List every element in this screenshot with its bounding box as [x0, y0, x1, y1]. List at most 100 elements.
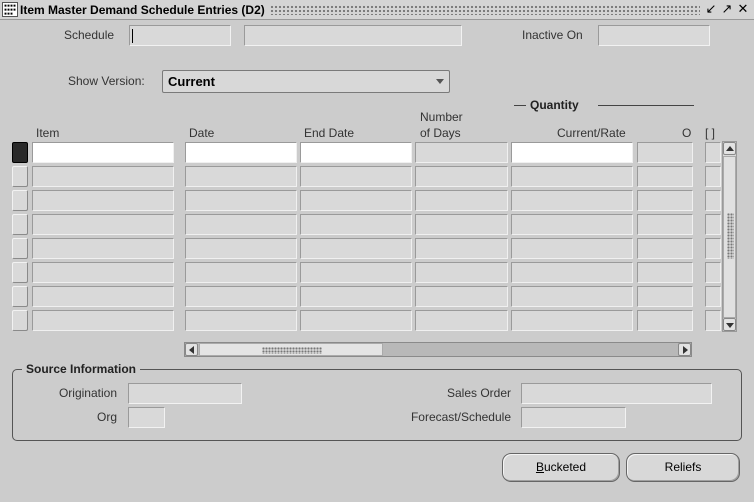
o-cell[interactable]	[637, 286, 693, 307]
o-cell[interactable]	[637, 238, 693, 259]
show-version-select[interactable]: Current	[162, 70, 450, 93]
current-rate-cell[interactable]	[511, 142, 633, 163]
column-header-o: O	[682, 126, 692, 140]
row-selector[interactable]	[12, 214, 28, 235]
close-icon[interactable]: ✕	[736, 2, 750, 17]
scroll-down-button[interactable]	[723, 318, 736, 331]
flag-cell[interactable]	[705, 310, 721, 331]
row-selector[interactable]	[12, 166, 28, 187]
horizontal-scrollbar[interactable]	[184, 342, 692, 357]
end-date-cell[interactable]	[300, 238, 412, 259]
source-information-group	[12, 369, 742, 441]
row-selector[interactable]	[12, 238, 28, 259]
date-cell[interactable]	[185, 214, 297, 235]
number-of-days-cell[interactable]	[415, 142, 508, 163]
org-field[interactable]	[128, 407, 165, 428]
current-rate-cell[interactable]	[511, 286, 633, 307]
row-selector[interactable]	[12, 142, 28, 163]
number-of-days-cell[interactable]	[415, 238, 508, 259]
org-label: Org	[96, 410, 117, 424]
show-version-label: Show Version:	[68, 74, 145, 88]
o-cell[interactable]	[637, 214, 693, 235]
scroll-up-button[interactable]	[723, 142, 736, 155]
arrow-down-icon	[726, 323, 734, 328]
item-cell[interactable]	[32, 310, 174, 331]
o-cell[interactable]	[637, 166, 693, 187]
current-rate-cell[interactable]	[511, 262, 633, 283]
row-selector[interactable]	[12, 190, 28, 211]
number-of-days-cell[interactable]	[415, 286, 508, 307]
end-date-cell[interactable]	[300, 190, 412, 211]
date-cell[interactable]	[185, 190, 297, 211]
current-rate-cell[interactable]	[511, 190, 633, 211]
horizontal-scroll-thumb[interactable]	[199, 343, 383, 356]
flag-cell[interactable]	[705, 286, 721, 307]
end-date-cell[interactable]	[300, 142, 412, 163]
flag-cell[interactable]	[705, 166, 721, 187]
quantity-title: Quantity	[528, 98, 581, 112]
number-of-days-cell[interactable]	[415, 214, 508, 235]
item-cell[interactable]	[32, 286, 174, 307]
end-date-cell[interactable]	[300, 166, 412, 187]
date-cell[interactable]	[185, 166, 297, 187]
date-cell[interactable]	[185, 142, 297, 163]
reliefs-label: Reliefs	[664, 460, 702, 474]
flag-cell[interactable]	[705, 142, 721, 163]
show-version-value: Current	[168, 74, 215, 89]
end-date-cell[interactable]	[300, 262, 412, 283]
schedule-description-field[interactable]	[244, 25, 462, 46]
current-rate-cell[interactable]	[511, 238, 633, 259]
item-cell[interactable]	[32, 142, 174, 163]
forecast-schedule-field[interactable]	[521, 407, 626, 428]
date-cell[interactable]	[185, 286, 297, 307]
item-cell[interactable]	[32, 238, 174, 259]
forecast-schedule-label: Forecast/Schedule	[410, 410, 511, 424]
item-cell[interactable]	[32, 190, 174, 211]
title-bar: ▪▪▪▪ ▪▪▪▪ ▪▪▪ Item Master Demand Schedule …	[0, 0, 754, 20]
sales-order-field[interactable]	[521, 383, 712, 404]
date-cell[interactable]	[185, 310, 297, 331]
maximize-icon[interactable]: ↗	[720, 2, 734, 17]
reliefs-button[interactable]: Reliefs	[626, 453, 740, 482]
column-header-date: Date	[189, 126, 215, 140]
row-selector[interactable]	[12, 310, 28, 331]
origination-field[interactable]	[128, 383, 242, 404]
schedule-field[interactable]	[129, 25, 231, 46]
title-bar-grip	[270, 5, 700, 15]
flag-cell[interactable]	[705, 214, 721, 235]
o-cell[interactable]	[637, 190, 693, 211]
number-of-days-cell[interactable]	[415, 262, 508, 283]
end-date-cell[interactable]	[300, 286, 412, 307]
o-cell[interactable]	[637, 142, 693, 163]
arrow-right-icon	[683, 346, 688, 354]
item-cell[interactable]	[32, 166, 174, 187]
o-cell[interactable]	[637, 262, 693, 283]
item-cell[interactable]	[32, 262, 174, 283]
current-rate-cell[interactable]	[511, 214, 633, 235]
end-date-cell[interactable]	[300, 214, 412, 235]
flag-cell[interactable]	[705, 190, 721, 211]
end-date-cell[interactable]	[300, 310, 412, 331]
bucketed-button[interactable]: Bucketed	[502, 453, 620, 482]
o-cell[interactable]	[637, 310, 693, 331]
vertical-scroll-thumb[interactable]	[723, 156, 736, 318]
number-of-days-cell[interactable]	[415, 190, 508, 211]
current-rate-cell[interactable]	[511, 310, 633, 331]
quantity-group-heading: Quantity	[514, 98, 694, 114]
scroll-right-button[interactable]	[678, 343, 691, 356]
inactive-on-field[interactable]	[598, 25, 710, 46]
column-header-item: Item	[36, 126, 60, 140]
row-selector[interactable]	[12, 286, 28, 307]
number-of-days-cell[interactable]	[415, 310, 508, 331]
date-cell[interactable]	[185, 262, 297, 283]
scroll-left-button[interactable]	[185, 343, 198, 356]
vertical-scrollbar[interactable]	[722, 141, 737, 332]
flag-cell[interactable]	[705, 238, 721, 259]
current-rate-cell[interactable]	[511, 166, 633, 187]
row-selector[interactable]	[12, 262, 28, 283]
number-of-days-cell[interactable]	[415, 166, 508, 187]
item-cell[interactable]	[32, 214, 174, 235]
minimize-icon[interactable]: ↙	[704, 2, 718, 17]
flag-cell[interactable]	[705, 262, 721, 283]
date-cell[interactable]	[185, 238, 297, 259]
